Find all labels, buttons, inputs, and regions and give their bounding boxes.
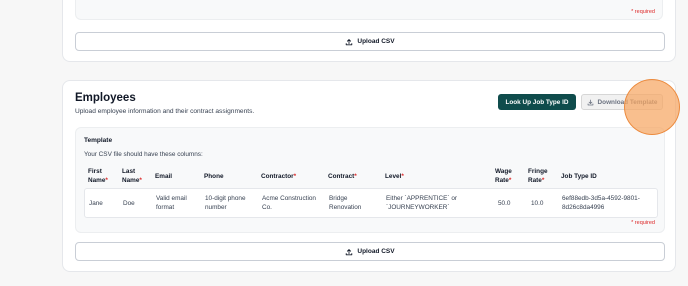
template-table: First Name* Last Name* Email Phone Contr…	[84, 164, 658, 218]
header-wage-rate: Wage Rate*	[495, 168, 512, 184]
header-job-type-id: Job Type ID	[561, 173, 597, 180]
upload-csv-label: Upload CSV	[357, 38, 395, 45]
cell-first-name: Jane	[89, 200, 103, 207]
upload-csv-button[interactable]: Upload CSV	[75, 242, 665, 261]
cell-phone: 10-digit phone number	[205, 195, 246, 211]
template-description: Your CSV file should have these columns:	[84, 151, 203, 158]
table-row: Jane Doe Valid email format 10-digit pho…	[84, 188, 658, 218]
upload-csv-label: Upload CSV	[357, 248, 395, 255]
download-icon	[587, 99, 593, 105]
template-title: Template	[84, 137, 113, 144]
download-template-button[interactable]: Download Template	[581, 94, 663, 110]
section-subtitle: Upload employee information and their co…	[75, 108, 255, 115]
upload-csv-button[interactable]: Upload CSV	[75, 32, 665, 51]
header-fringe-rate: Fringe Rate*	[528, 168, 548, 184]
cell-fringe-rate: 10.0	[531, 200, 544, 207]
employees-card: Employees Upload employee information an…	[62, 80, 676, 272]
cell-contract: Bridge Renovation	[329, 195, 362, 211]
header-first-name: First Name*	[88, 168, 108, 184]
header-email: Email	[155, 173, 173, 180]
previous-template-box	[75, 0, 663, 20]
header-contract: Contract*	[328, 173, 357, 180]
download-template-label: Download Template	[597, 98, 658, 106]
previous-upload-card: * required Upload CSV	[62, 0, 676, 62]
required-note: * required	[631, 220, 655, 226]
look-up-job-type-id-button[interactable]: Look Up Job Type ID	[498, 94, 576, 110]
cell-job-type-id: 6ef88edb-3d5a-4592-9801-8d26c8da4996	[562, 195, 640, 211]
header-level: Level*	[385, 173, 404, 180]
cell-level: Either `APPRENTICE` or `JOURNEYWORKER`	[386, 195, 458, 211]
template-box: Template Your CSV file should have these…	[75, 127, 665, 233]
cell-last-name: Doe	[123, 200, 135, 207]
header-phone: Phone	[204, 173, 224, 180]
required-note: * required	[631, 9, 655, 15]
cell-email: Valid email format	[156, 195, 187, 211]
section-title: Employees	[75, 92, 136, 104]
page: * required Upload CSV Employees Upload e…	[0, 0, 688, 286]
look-up-job-type-id-label: Look Up Job Type ID	[505, 98, 569, 106]
header-last-name: Last Name*	[122, 168, 142, 184]
header-contractor: Contractor*	[261, 173, 297, 180]
upload-icon	[346, 248, 353, 255]
upload-icon	[346, 38, 353, 45]
cell-contractor: Acme Construction Co.	[262, 195, 316, 211]
cell-wage-rate: 50.0	[498, 200, 511, 207]
table-header-row: First Name* Last Name* Email Phone Contr…	[84, 164, 658, 188]
